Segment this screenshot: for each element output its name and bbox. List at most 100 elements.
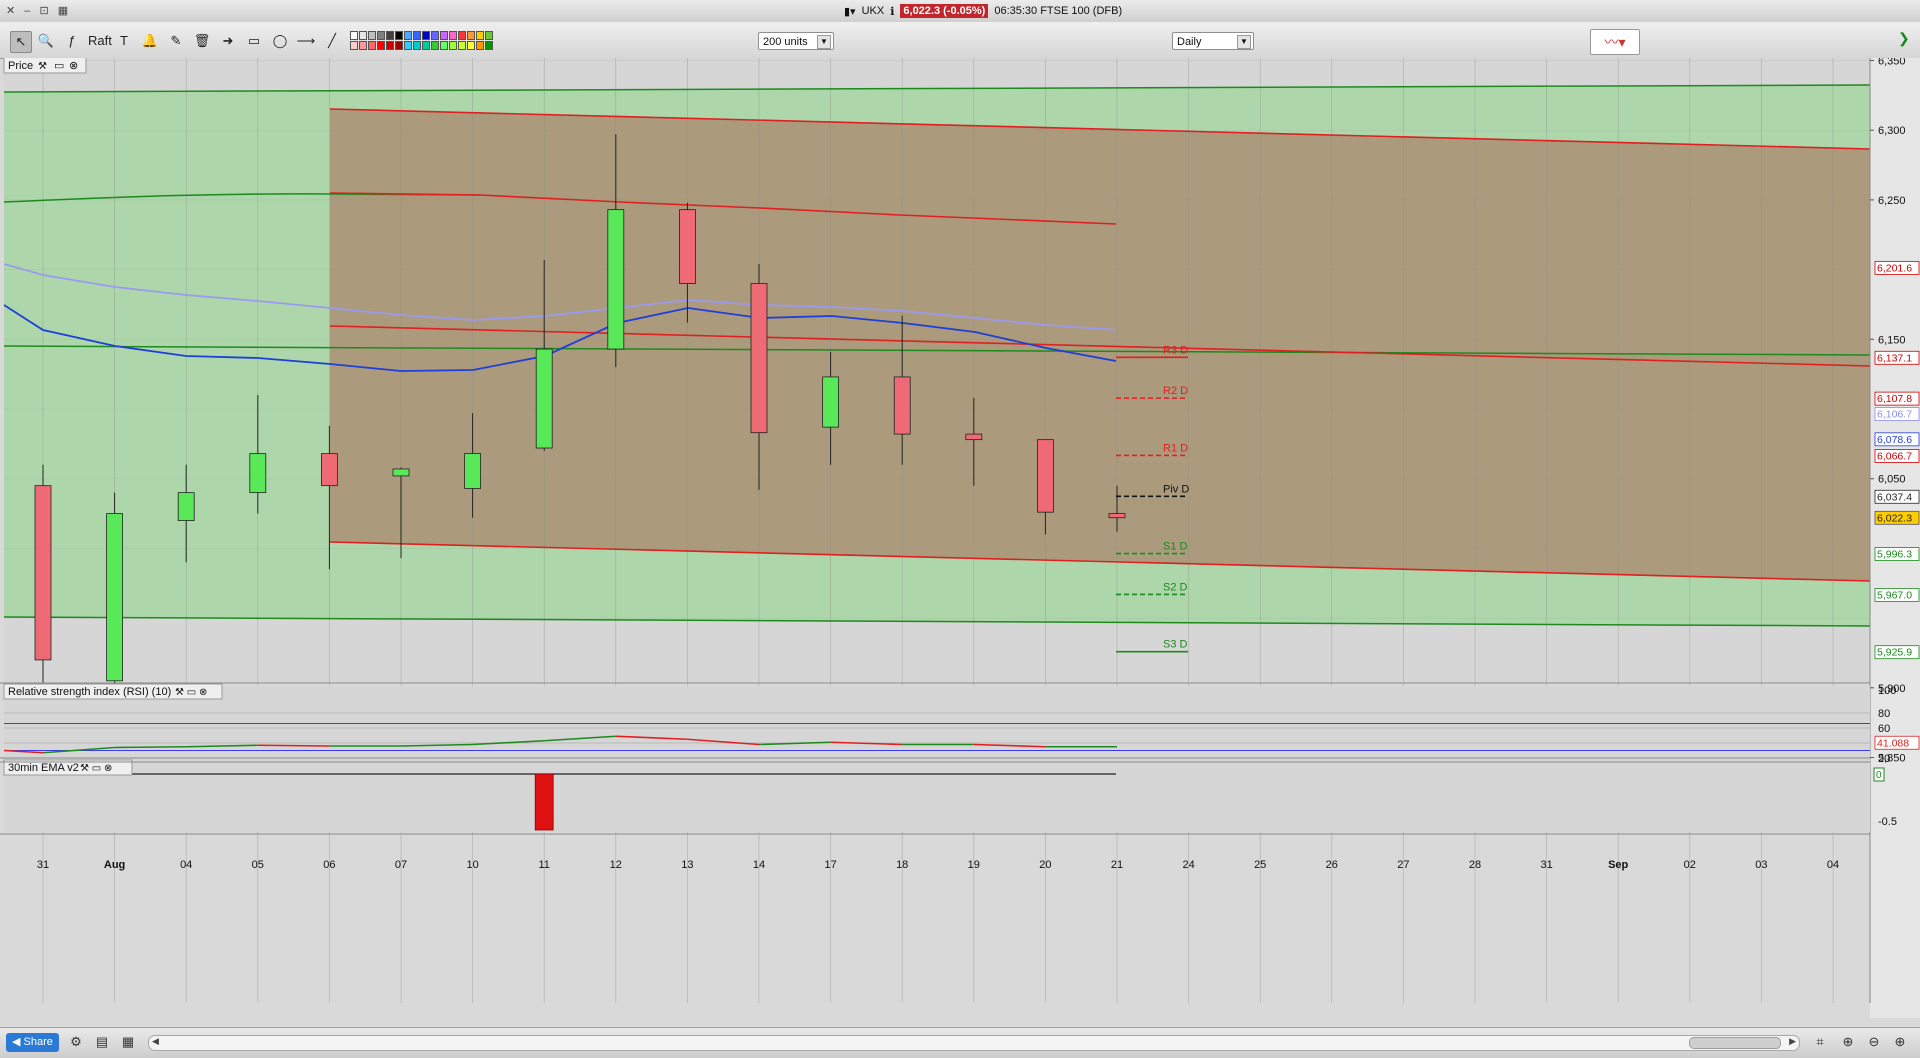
color-swatch[interactable] [413,41,421,50]
color-swatches[interactable] [350,31,493,50]
horizontal-scrollbar[interactable]: ◀ ▶ [148,1035,1800,1051]
candle-body[interactable] [177,492,195,521]
settings-icon[interactable]: ⚙ [68,1034,84,1050]
pivot-label: S1 D [1163,541,1188,553]
period-select-value: Daily [1177,36,1202,48]
candle-body[interactable] [249,453,267,494]
y-tick-label: 6,300 [1878,125,1906,137]
text-tool-icon[interactable]: T [114,31,134,51]
period-select[interactable]: Daily ▼ [1172,32,1254,50]
pivot-label: S3 D [1163,639,1188,651]
color-swatch[interactable] [404,41,412,50]
color-swatch[interactable] [350,41,358,50]
x-tick-label: 06 [323,859,335,871]
zoom-out-icon[interactable]: ⊖ [1866,1034,1882,1050]
color-swatch[interactable] [395,41,403,50]
candle-body[interactable] [965,433,983,441]
color-swatch[interactable] [359,31,367,40]
price-label: 6,022.3 [1877,512,1912,524]
ema-panel-bg [4,766,1870,832]
units-select[interactable]: 200 units ▼ [758,32,834,50]
candle-body[interactable] [320,453,338,487]
color-swatch[interactable] [368,41,376,50]
color-swatch[interactable] [449,31,457,40]
x-tick-label: 20 [1039,859,1051,871]
color-swatch[interactable] [431,41,439,50]
window-controls[interactable]: ✕ ‒ ⊡ ▦ [6,4,71,17]
scroll-thumb[interactable] [1689,1037,1781,1049]
candle-body[interactable] [464,453,482,489]
color-swatch[interactable] [485,41,493,50]
zoom-fit-icon[interactable]: ⊕ [1840,1034,1856,1050]
color-swatch[interactable] [485,31,493,40]
color-swatch[interactable] [458,41,466,50]
color-swatch[interactable] [440,31,448,40]
candle-body[interactable] [1108,513,1126,519]
candle-body[interactable] [34,485,52,661]
grid-icon[interactable]: ▦ [120,1034,136,1050]
color-swatch[interactable] [386,31,394,40]
color-swatch[interactable] [458,31,466,40]
color-swatch[interactable] [431,31,439,40]
color-swatch[interactable] [467,31,475,40]
color-swatch[interactable] [422,31,430,40]
indicator-icon[interactable]: ƒ [62,31,82,51]
trash-icon[interactable]: 🗑 [192,31,212,51]
rsi-panel-title: Relative strength index (RSI) (10) [8,686,171,698]
info-icon[interactable]: ℹ [890,5,894,18]
instrument-icon: ▮▾ [844,5,856,18]
zoom-in-icon[interactable]: ⊕ [1892,1034,1908,1050]
color-swatch[interactable] [476,31,484,40]
share-button[interactable]: ◀ Share [6,1033,59,1052]
color-swatch[interactable] [350,31,358,40]
color-swatch[interactable] [386,41,394,50]
candle-body[interactable] [822,376,839,428]
scroll-left-icon[interactable]: ◀ [152,1036,159,1047]
arrow-icon[interactable]: ➜ [218,31,238,51]
chart-options-icon[interactable]: ⌗ [1812,1034,1828,1050]
x-tick-label: 12 [610,859,622,871]
candle-body[interactable] [893,376,911,435]
chart-svg[interactable]: R3 DR2 DR1 DPiv DS1 DS2 DS3 DPrice⚒▭⊗© I… [0,56,1920,1018]
candle-body[interactable] [750,283,768,434]
rectangle-icon[interactable]: ▭ [244,31,264,51]
ellipse-icon[interactable]: ◯ [270,31,290,51]
alert-icon[interactable]: 🔔 [140,31,160,51]
rsi-tick-label: 20 [1878,753,1890,765]
candle-body[interactable] [535,348,553,449]
x-tick-label: 04 [1827,859,1839,871]
color-swatch[interactable] [449,41,457,50]
chart-type-icon[interactable]: 〰▾ [1590,29,1640,55]
color-swatch[interactable] [377,41,385,50]
color-swatch[interactable] [404,31,412,40]
color-swatch[interactable] [413,31,421,40]
pointer-icon[interactable]: ↖ [10,31,32,53]
color-swatch[interactable] [359,41,367,50]
candle-body[interactable] [106,513,123,682]
color-swatch[interactable] [368,31,376,40]
candle-body[interactable] [679,209,696,284]
price-label: 6,066.7 [1877,450,1912,462]
color-swatch[interactable] [440,41,448,50]
color-swatch[interactable] [395,31,403,40]
side-panel-icon[interactable]: ❯ [1898,30,1916,52]
candle-body[interactable] [607,209,625,350]
layout-icon[interactable]: ▤ [94,1034,110,1050]
color-swatch[interactable] [422,41,430,50]
text-icon[interactable]: Raft [88,31,112,51]
rsi-tick-label: 60 [1878,723,1890,735]
zoom-icon[interactable]: 🔍 [36,31,56,51]
price-label: 6,078.6 [1877,434,1912,446]
line-icon[interactable]: ⟶ [296,31,316,51]
color-swatch[interactable] [476,41,484,50]
rsi-tick-label: 100 [1878,685,1896,697]
color-swatch[interactable] [467,41,475,50]
scroll-right-icon[interactable]: ▶ [1789,1036,1796,1047]
color-swatch[interactable] [377,31,385,40]
wrench-icon[interactable]: ✎ [166,31,186,51]
candle-body[interactable] [1037,439,1054,513]
candle-body[interactable] [392,468,410,477]
pen-icon[interactable]: ╱ [322,31,342,51]
x-tick-label: 02 [1684,859,1696,871]
ema-panel-controls: ⚒ ▭ ⊗ [80,763,112,774]
